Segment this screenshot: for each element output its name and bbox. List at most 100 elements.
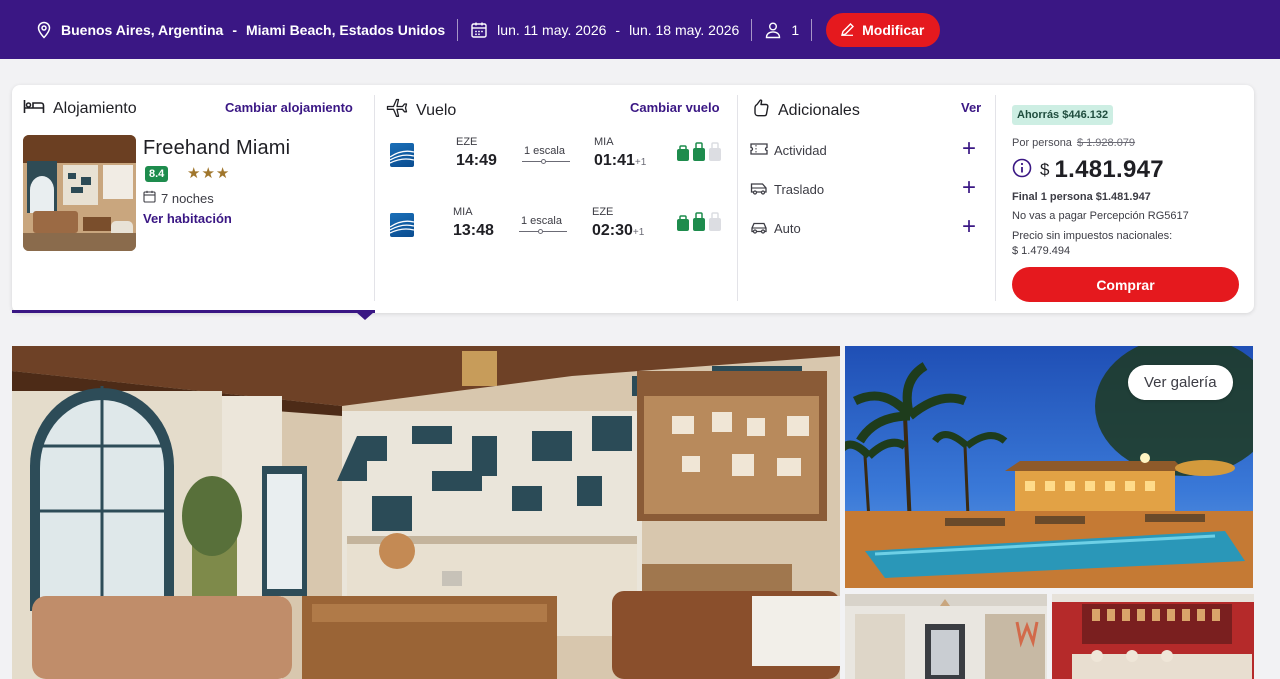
destination-text: Miami Beach, Estados Unidos [246,21,446,38]
route-line [522,161,570,162]
divider [811,18,813,41]
divider [457,18,459,41]
view-room-link[interactable]: Ver habitación [143,211,232,226]
gallery-main-photo[interactable] [12,346,840,679]
change-accommodation-link[interactable]: Cambiar alojamiento [225,100,353,115]
extra-car[interactable]: Auto [750,216,990,240]
buy-button[interactable]: Comprar [1012,267,1239,302]
checked-bag-icon [709,212,721,231]
airline-logo-icon [390,143,414,167]
carry-on-icon [693,212,705,231]
extra-label: Traslado [774,181,825,197]
flight-leg-outbound[interactable]: EZE 14:49 1 escala MIA 01:41+1 [390,135,725,185]
ticket-icon [750,142,768,159]
nights-text: 7 noches [161,190,214,206]
add-activity-button[interactable]: + [962,137,976,161]
per-person-line: Por persona $ 1.928.079 [1012,137,1135,149]
view-extras-link[interactable]: Ver [961,100,981,115]
modify-button[interactable]: Modificar [826,12,941,47]
arrival-time: 02:30+1 [592,222,644,240]
perception-line: No vas a pagar Percepción RG5617 [1012,210,1189,222]
no-tax-value: $ 1.479.494 [1012,245,1071,257]
flight-header: Vuelo [386,98,456,123]
date-dash: - [615,21,621,38]
old-price: $ 1.928.079 [1076,137,1136,149]
checked-bag-icon [709,142,721,161]
no-tax-label: Precio sin impuestos nacionales: [1012,230,1173,242]
hotel-name[interactable]: Freehand Miami [143,137,290,160]
location-pin-icon [36,21,52,39]
departure-time: 13:48 [453,222,494,239]
day-offset: +1 [632,227,645,238]
date-to-text: lun. 18 may. 2026 [629,21,740,38]
accommodation-header: Alojamiento [23,98,137,119]
shuttle-icon [750,181,768,198]
view-gallery-button[interactable]: Ver galería [1128,365,1233,400]
price-summary: Ahorrás $446.132 Por persona $ 1.928.079 … [1012,85,1242,313]
passenger-count: 1 [791,21,800,38]
package-summary-card: Alojamiento Cambiar alojamiento Freehand… [12,85,1254,313]
gallery-thumb-room[interactable] [845,594,1047,679]
gallery-thumb-bar[interactable] [1052,594,1254,679]
extra-activity[interactable]: Actividad [750,138,990,162]
price-currency: $ [1040,160,1050,179]
calendar-icon [470,21,488,39]
calendar-icon [143,190,156,206]
column-divider [995,95,996,301]
arrival-time: 01:41+1 [594,152,646,170]
extra-transfer[interactable]: Traslado [750,177,990,201]
departure-time: 14:49 [456,152,497,169]
route-dash: - [232,21,237,38]
carry-on-icon [693,142,705,161]
per-person-label: Por persona [1012,137,1072,149]
arrival-code: EZE [592,206,614,218]
arrival-time-value: 01:41 [594,152,635,169]
savings-badge: Ahorrás $446.132 [1012,105,1114,125]
car-icon [750,220,768,237]
hotel-thumbnail[interactable] [23,135,136,251]
flight-leg-return[interactable]: MIA 13:48 1 escala EZE 02:30+1 [390,205,725,255]
pencil-icon [840,22,855,37]
info-icon[interactable] [1012,158,1032,183]
extras-header: Adicionales [752,98,860,123]
flight-title: Vuelo [416,101,457,119]
extras-title: Adicionales [778,101,860,119]
stops-text: 1 escala [521,215,562,227]
stop-dot [538,229,543,234]
dates-segment[interactable]: lun. 11 may. 2026 - lun. 18 may. 2026 [470,21,739,39]
airplane-icon [386,98,408,123]
accommodation-title: Alojamiento [53,99,137,117]
star-rating: ★★★ [187,165,231,182]
extra-label: Actividad [774,142,827,158]
active-section-indicator [12,310,375,313]
passengers-segment[interactable]: 1 [764,21,799,39]
day-offset: +1 [634,157,647,168]
stops-text: 1 escala [524,145,565,157]
personal-item-icon [677,215,689,231]
route-segment[interactable]: Buenos Aires, Argentina - Miami Beach, E… [36,21,445,39]
column-divider [737,95,738,301]
airline-logo-icon [390,213,414,237]
extra-label: Auto [774,220,801,236]
personal-item-icon [677,145,689,161]
rating-badge: 8.4 [145,166,169,182]
departure-code: EZE [456,136,478,148]
route-line [519,231,567,232]
date-from-text: lun. 11 may. 2026 [497,21,607,38]
arrival-time-value: 02:30 [592,222,633,239]
active-section-pointer [356,312,374,320]
arrival-code: MIA [594,136,614,148]
final-price-line: Final 1 persona $1.481.947 [1012,191,1151,203]
price-amount: 1.481.947 [1054,156,1164,183]
departure-code: MIA [453,206,473,218]
origin-text: Buenos Aires, Argentina [61,21,224,38]
hand-icon [752,98,770,123]
column-divider [374,95,375,301]
nights-info: 7 noches [143,190,214,206]
search-summary-bar: Buenos Aires, Argentina - Miami Beach, E… [0,0,1280,59]
add-car-button[interactable]: + [962,215,976,239]
add-transfer-button[interactable]: + [962,176,976,200]
change-flight-link[interactable]: Cambiar vuelo [630,100,720,115]
baggage-info [676,212,722,232]
stop-dot [541,159,546,164]
